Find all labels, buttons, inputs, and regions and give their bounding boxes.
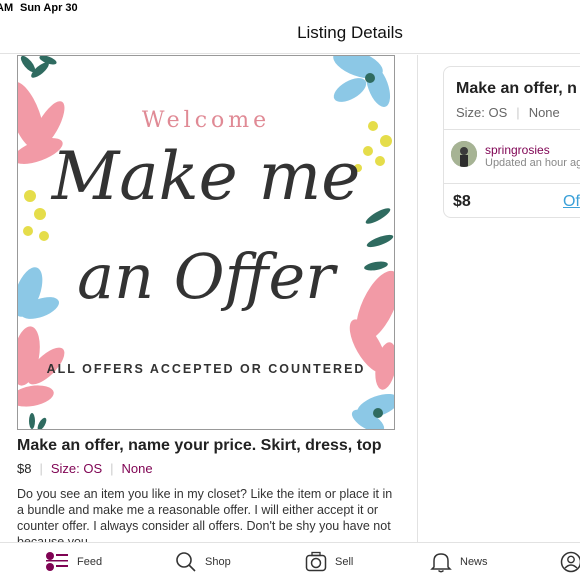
tab-sell[interactable]: Sell — [305, 550, 353, 574]
card-meta: Size: OS | None — [456, 105, 560, 120]
tab-feed-label: Feed — [77, 556, 103, 568]
feed-icon — [46, 552, 68, 571]
image-welcome-text: Welcome — [141, 108, 271, 133]
bottom-tab-bar: Feed Shop Sell News — [0, 542, 580, 580]
seller-photo-icon — [451, 141, 477, 167]
meta-divider: | — [39, 461, 43, 476]
card-divider — [444, 183, 580, 184]
meta-divider: | — [516, 105, 520, 120]
page-title: Listing Details — [297, 23, 403, 42]
meta-divider: | — [110, 461, 114, 476]
search-icon — [176, 552, 196, 572]
card-size: Size: OS — [456, 105, 508, 120]
card-divider — [444, 129, 580, 130]
status-time: AM — [0, 2, 14, 14]
app-header: Listing Details — [0, 16, 580, 54]
tab-shop-label: Shop — [205, 556, 231, 568]
card-title: Make an offer, n — [456, 80, 577, 97]
image-headline-2: an Offer — [77, 240, 335, 313]
image-tagline: ALL OFFERS ACCEPTED OR COUNTERED — [46, 362, 366, 376]
listing-title: Make an offer, name your price. Skirt, d… — [17, 437, 382, 454]
tab-sell-label: Sell — [335, 556, 354, 568]
listing-size[interactable]: Size: OS — [51, 461, 102, 476]
tab-shop[interactable]: Shop — [175, 550, 231, 574]
seller-avatar[interactable] — [451, 141, 477, 167]
listing-main: Welcome Make me an Offer ALL OFFERS ACCE… — [0, 55, 418, 542]
offer-button[interactable]: Of — [563, 193, 580, 211]
listing-price: $8 — [17, 461, 32, 476]
tab-news[interactable]: News — [430, 550, 488, 574]
card-price: $8 — [453, 193, 471, 210]
status-date: Sun Apr 30 — [20, 2, 78, 14]
listing-brand[interactable]: None — [122, 461, 153, 476]
profile-icon — [560, 551, 580, 573]
card-brand: None — [528, 105, 560, 120]
updated-time: Updated an hour ag — [485, 157, 580, 169]
listing-description: Do you see an item you like in my closet… — [17, 487, 393, 542]
listing-summary-card: Make an offer, n Size: OS | None springros… — [443, 66, 580, 218]
listing-meta: $8 | Size: OS | None — [17, 461, 153, 476]
bell-icon — [430, 553, 452, 573]
seller-username[interactable]: springrosies — [485, 143, 550, 157]
tab-profile[interactable] — [560, 550, 580, 574]
image-headline-1: Make me — [51, 138, 361, 215]
tab-news-label: News — [460, 556, 488, 568]
tab-feed[interactable]: Feed — [45, 550, 102, 574]
camera-icon — [305, 551, 327, 572]
status-bar: AM Sun Apr 30 — [0, 0, 580, 16]
listing-image[interactable]: Welcome Make me an Offer ALL OFFERS ACCE… — [17, 55, 395, 430]
